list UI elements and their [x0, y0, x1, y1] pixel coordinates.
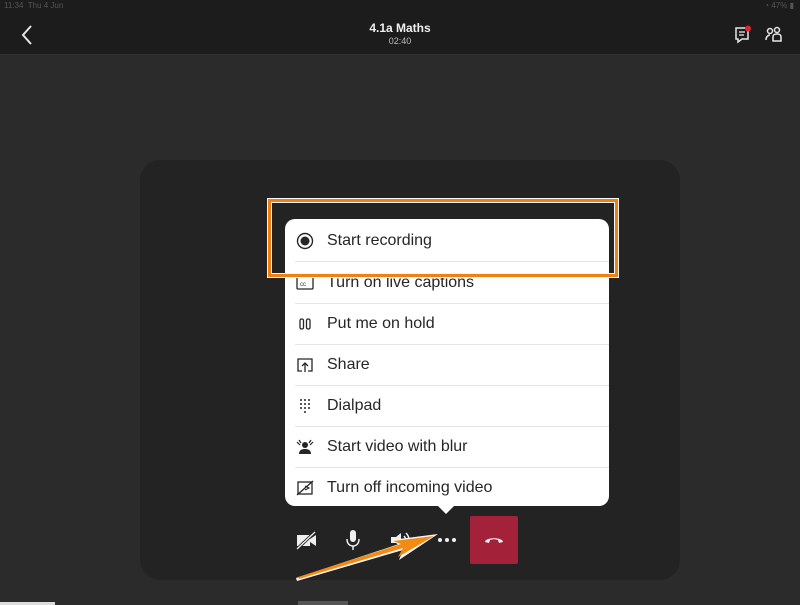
meeting-title: 4.1a Maths: [369, 21, 431, 35]
menu-item-label: Put me on hold: [327, 314, 435, 332]
speaker-icon: [391, 532, 410, 548]
menu-item-video-blur[interactable]: Start video with blur: [285, 426, 609, 467]
record-icon: [295, 231, 315, 251]
battery-icon: ▮: [789, 1, 794, 10]
people-icon: [765, 26, 782, 42]
menu-item-dialpad[interactable]: Dialpad: [285, 385, 609, 426]
menu-item-share[interactable]: Share: [285, 344, 609, 385]
more-icon: [438, 538, 456, 542]
menu-item-hold[interactable]: Put me on hold: [285, 303, 609, 344]
menu-item-start-recording[interactable]: Start recording: [285, 220, 609, 261]
status-date: Thu 4 Jun: [27, 1, 64, 10]
blur-icon: [295, 437, 315, 457]
microphone-icon: [346, 530, 360, 550]
menu-item-label: Turn off incoming video: [327, 478, 493, 496]
camera-off-icon: [295, 530, 317, 550]
menu-item-incoming-video[interactable]: Turn off incoming video: [285, 467, 609, 508]
video-off-icon: [295, 478, 315, 498]
hold-icon: [295, 314, 315, 334]
menu-item-label: Start video with blur: [327, 437, 468, 455]
chat-button[interactable]: [733, 25, 753, 45]
chat-icon: [735, 25, 751, 44]
back-button[interactable]: [18, 22, 38, 48]
hang-up-button[interactable]: [470, 516, 518, 564]
menu-item-live-captions[interactable]: cc Turn on live captions: [285, 262, 609, 303]
more-options-button[interactable]: [423, 516, 471, 564]
battery-percent: 47%: [771, 1, 788, 10]
menu-item-label: Turn on live captions: [327, 273, 475, 291]
speaker-button[interactable]: [376, 516, 424, 564]
wifi-icon: ◔: [764, 1, 770, 10]
menu-item-label: Dialpad: [327, 396, 382, 414]
camera-toggle-button[interactable]: [283, 516, 331, 564]
chevron-left-icon: [21, 25, 32, 45]
top-bar: 11:34 Thu 4 Jun ◔ 47% ▮ 4.1a Maths 02:40: [0, 0, 800, 55]
meeting-duration: 02:40: [388, 36, 412, 46]
hang-up-icon: [485, 538, 503, 543]
microphone-button[interactable]: [329, 516, 377, 564]
captions-icon: cc: [295, 273, 315, 293]
participants-button[interactable]: [764, 25, 784, 45]
dialpad-icon: [295, 396, 315, 416]
menu-item-label: Start recording: [327, 231, 432, 249]
status-bar-left: 11:34 Thu 4 Jun: [4, 1, 63, 10]
notification-dot: [745, 25, 751, 32]
more-options-menu: Start recording cc Turn on live captions…: [285, 219, 609, 506]
svg-text:cc: cc: [300, 282, 306, 288]
menu-pointer: [436, 504, 456, 514]
meeting-header: 4.1a Maths 02:40: [300, 21, 500, 46]
home-indicator: [298, 601, 348, 605]
status-time: 11:34: [4, 1, 24, 10]
menu-item-label: Share: [327, 355, 370, 373]
call-controls: [283, 516, 523, 564]
share-icon: [295, 355, 315, 375]
status-bar-right: ◔ 47% ▮: [764, 1, 794, 10]
